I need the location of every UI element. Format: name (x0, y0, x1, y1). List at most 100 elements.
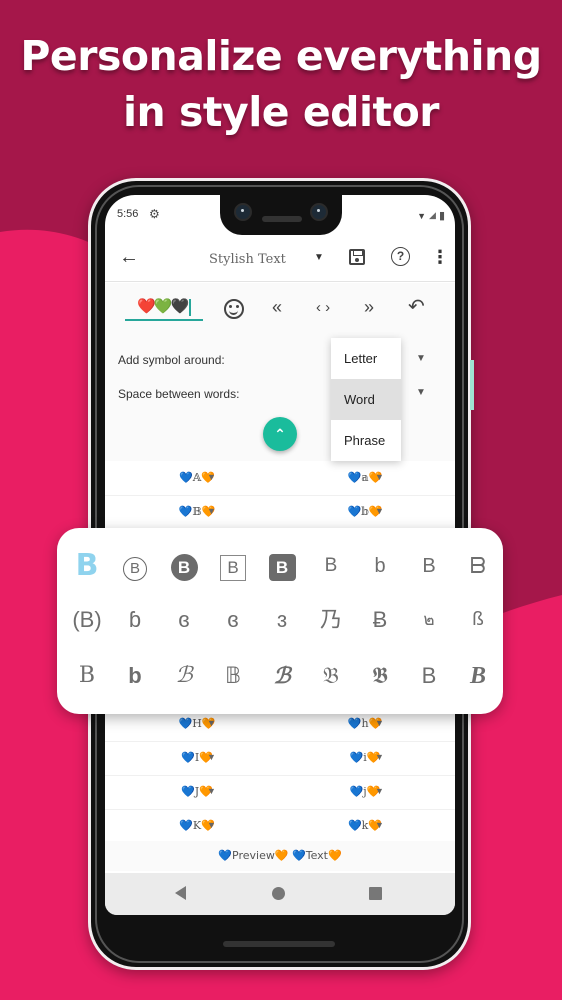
chevron-down-icon[interactable]: ▼ (314, 252, 324, 263)
more-options-icon[interactable]: ⋮ (431, 248, 449, 266)
chevron-down-icon[interactable]: ▼ (207, 820, 216, 830)
style-option[interactable]: B (209, 546, 257, 586)
save-icon[interactable] (349, 249, 365, 265)
style-glyph: B (170, 554, 198, 581)
style-glyph: B (123, 557, 147, 581)
font-style-selector[interactable]: Stylish Text (209, 252, 286, 267)
style-option[interactable]: B (405, 656, 453, 696)
style-option[interactable]: (B) (63, 600, 111, 640)
nav-home-icon[interactable] (272, 887, 285, 900)
style-option[interactable]: ๒ (405, 600, 453, 640)
list-item[interactable]: 💙I🧡 ▼ 💙i🧡 ▼ (105, 742, 455, 776)
style-glyph: ℬ (273, 663, 291, 689)
style-glyph: b (374, 555, 386, 577)
char-left: 💙J🧡 (181, 785, 213, 798)
dropdown-option-letter[interactable]: Letter (331, 338, 401, 379)
dropdown-option-word[interactable]: Word (331, 379, 401, 420)
style-option[interactable]: 乃 (307, 600, 355, 640)
style-option[interactable]: ɓ (111, 600, 159, 640)
chevron-down-icon[interactable]: ▼ (375, 506, 384, 516)
style-option[interactable]: 𝔅 (307, 656, 355, 696)
chevron-down-icon[interactable]: ▼ (207, 506, 216, 516)
style-glyph: B (268, 554, 296, 581)
style-option[interactable]: 𝕭 (356, 656, 404, 696)
chevron-down-icon[interactable]: ▼ (375, 786, 384, 796)
chevron-down-icon[interactable]: ▼ (416, 387, 426, 398)
style-glyph: B (75, 548, 99, 583)
chevron-down-icon[interactable]: ▼ (207, 786, 216, 796)
style-option[interactable]: B (307, 546, 355, 586)
character-map-list: 💙𝔸🧡 ▼ 💙𝕒🧡 ▼ 💙𝔹🧡 ▼ 💙𝕓🧡 ▼ (105, 462, 455, 530)
style-glyph: B (220, 555, 246, 581)
char-left: 💙𝔸🧡 (179, 471, 215, 484)
front-camera-icon (310, 203, 328, 221)
style-option[interactable]: B (454, 656, 502, 696)
style-option[interactable]: ß (454, 600, 502, 640)
symbol-around-dropdown: Letter Word Phrase (331, 338, 401, 461)
nav-recents-icon[interactable] (369, 887, 382, 900)
chevron-down-icon[interactable]: ▼ (207, 718, 216, 728)
style-glyph: B (324, 555, 338, 576)
chevron-down-icon[interactable]: ▼ (416, 353, 426, 364)
move-right-icon[interactable]: » (364, 297, 374, 318)
style-picker-card: B B B B B B b B ᗷ (B) ɓ ɞ ɞ ɜ 乃 Ƀ ๒ ß B … (57, 528, 503, 714)
char-right: 💙h🧡 (347, 717, 383, 730)
list-item[interactable]: 💙𝔸🧡 ▼ 💙𝕒🧡 ▼ (105, 462, 455, 496)
list-item[interactable]: 💙J🧡 ▼ 💙j🧡 ▼ (105, 776, 455, 810)
chevron-down-icon[interactable]: ▼ (375, 752, 384, 762)
dropdown-option-phrase[interactable]: Phrase (331, 420, 401, 461)
style-glyph: B (469, 663, 486, 689)
style-option[interactable]: ℬ (258, 656, 306, 696)
chevron-down-icon[interactable]: ▼ (375, 718, 384, 728)
undo-icon[interactable]: ↶ (408, 294, 425, 319)
style-glyph: ๒ (423, 610, 435, 629)
style-option[interactable]: ᗷ (454, 546, 502, 586)
style-option[interactable]: b (111, 656, 159, 696)
char-left: 💙H🧡 (178, 717, 216, 730)
chevron-down-icon[interactable]: ▼ (207, 752, 216, 762)
style-glyph: B (422, 555, 436, 577)
code-brackets-icon[interactable]: ‹ › (316, 299, 330, 316)
style-option[interactable]: B (63, 656, 111, 696)
char-right: 💙j🧡 (349, 785, 381, 798)
char-right: 💙k🧡 (347, 819, 383, 832)
back-arrow-icon[interactable]: ← (119, 246, 139, 269)
chevron-down-icon[interactable]: ▼ (375, 472, 384, 482)
settings-panel: Add symbol around: ▼ Space between words… (105, 333, 455, 461)
char-left: 💙I🧡 (181, 751, 213, 764)
style-option[interactable]: ɞ (160, 600, 208, 640)
style-option[interactable]: B (258, 546, 306, 586)
help-icon[interactable]: ? (391, 247, 410, 266)
chevron-down-icon[interactable]: ▼ (375, 820, 384, 830)
style-option[interactable]: b (356, 546, 404, 586)
list-item[interactable]: 💙𝔹🧡 ▼ 💙𝕓🧡 ▼ (105, 496, 455, 530)
style-option[interactable]: B (405, 546, 453, 586)
style-option[interactable]: 𝔹 (209, 656, 257, 696)
chevron-down-icon[interactable]: ▼ (207, 472, 216, 482)
settings-gear-icon: ⚙ (149, 207, 160, 221)
phone-home-indicator (223, 941, 335, 947)
style-option[interactable]: B (63, 546, 111, 586)
style-glyph: ᗷ (470, 553, 486, 578)
move-left-icon[interactable]: « (272, 297, 282, 318)
list-item[interactable]: 💙K🧡 ▼ 💙k🧡 ▼ (105, 810, 455, 844)
symbol-around-label: Add symbol around: (118, 353, 225, 367)
style-glyph: 𝔅 (323, 663, 339, 688)
char-right: 💙𝕒🧡 (347, 471, 383, 484)
status-time: 5:56 (117, 208, 139, 220)
android-nav-bar (105, 873, 455, 915)
style-glyph: b (128, 663, 142, 688)
style-option[interactable]: B (111, 546, 159, 586)
style-option[interactable]: B (160, 546, 208, 586)
earpiece-speaker (262, 216, 302, 222)
symbol-input[interactable]: ❤️💚🖤 (125, 297, 203, 321)
style-glyph: ß (472, 609, 484, 630)
style-option[interactable]: ℬ (160, 656, 208, 696)
style-option[interactable]: ɞ (209, 600, 257, 640)
style-option[interactable]: ɜ (258, 600, 306, 640)
emoji-icon[interactable] (224, 299, 244, 319)
collapse-button[interactable]: ⌃ (263, 417, 297, 451)
nav-back-icon[interactable] (175, 886, 186, 900)
style-option[interactable]: Ƀ (356, 600, 404, 640)
style-glyph: 𝔹 (224, 663, 242, 688)
